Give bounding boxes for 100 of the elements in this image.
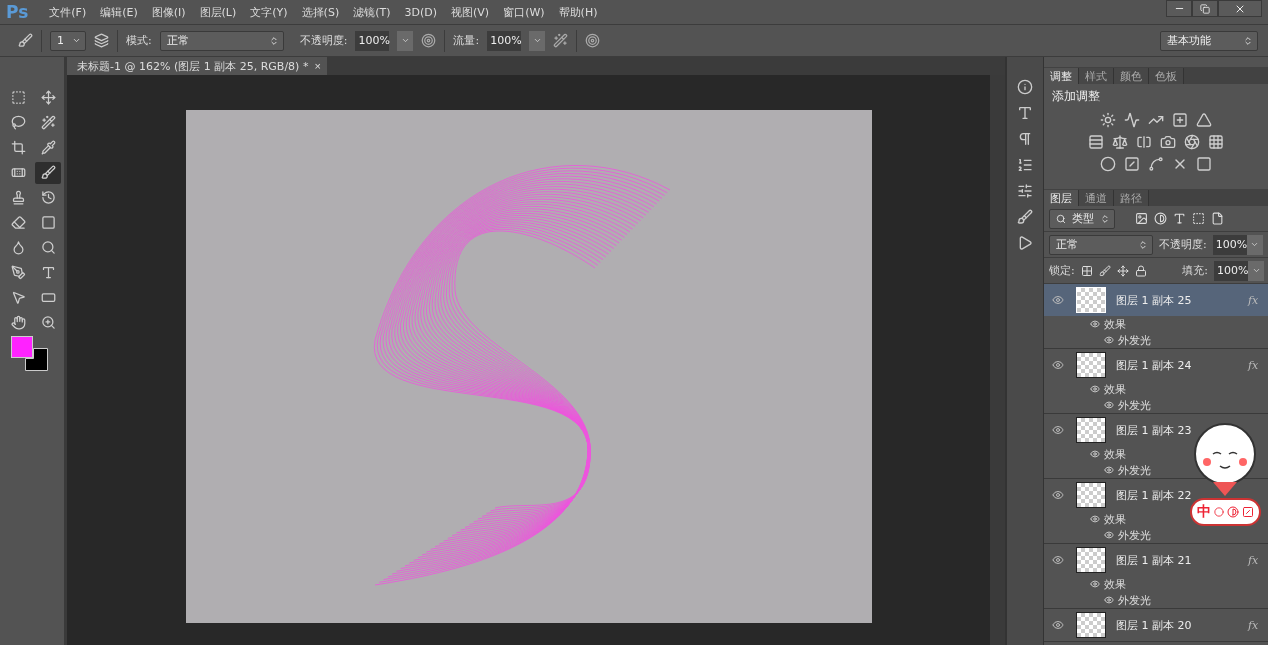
panel-tab[interactable]: 样式 [1079, 68, 1114, 84]
visibility-eye-icon[interactable] [1090, 579, 1100, 589]
layer-row[interactable]: 图层 1 副本 24 fx [1044, 349, 1268, 381]
info-panel-button[interactable] [1017, 79, 1033, 95]
shape-filter-icon[interactable] [1192, 212, 1205, 225]
smart-object-filter-icon[interactable] [1211, 212, 1224, 225]
ime-mode-label[interactable]: 中 [1196, 503, 1211, 521]
close-button[interactable] [1218, 0, 1262, 17]
airbrush-icon[interactable] [553, 33, 569, 48]
foreground-swatch[interactable] [11, 336, 33, 358]
character-panel-button[interactable] [1017, 105, 1033, 121]
actions-panel-button[interactable] [1017, 235, 1033, 251]
flow-label: 流量: [453, 33, 480, 48]
visibility-eye-icon[interactable] [1104, 595, 1114, 605]
type-filter-icon[interactable] [1173, 212, 1186, 225]
adjustment-filter-icon[interactable] [1154, 212, 1167, 225]
layer-name: 图层 1 副本 20 [1116, 617, 1193, 633]
layer-row[interactable]: 图层 1 副本 23 [1044, 414, 1268, 446]
panel-tab[interactable]: 图层 [1044, 190, 1079, 206]
menu-item[interactable]: 编辑(E) [93, 4, 145, 20]
menu-item[interactable]: 文字(Y) [243, 4, 295, 20]
workspace-select[interactable]: 基本功能 [1160, 30, 1258, 51]
caret-icon [400, 36, 410, 45]
visibility-eye-icon[interactable] [1090, 319, 1100, 329]
fx-label[interactable]: fx [1248, 553, 1268, 567]
pressure-opacity-icon[interactable] [421, 33, 437, 48]
brush-icon[interactable] [18, 33, 33, 48]
visibility-eye-icon[interactable] [1104, 335, 1114, 345]
history-panel-button[interactable] [1017, 157, 1033, 173]
menu-item[interactable]: 选择(S) [294, 4, 347, 20]
brush-panel-icon[interactable] [94, 33, 109, 48]
lasso-icon [10, 115, 26, 130]
menu-item[interactable]: 滤镜(T) [346, 4, 398, 20]
panel-tab[interactable]: 通道 [1079, 190, 1114, 206]
lock-all-icon[interactable] [1134, 264, 1147, 277]
visibility-eye-icon[interactable] [1104, 530, 1114, 540]
visibility-eye-icon[interactable] [1104, 465, 1114, 475]
blend-mode-select[interactable]: 正常 [1049, 234, 1153, 255]
mode-select[interactable]: 正常 [159, 30, 284, 51]
opacity-field[interactable]: 100% [355, 30, 390, 51]
lock-position-icon[interactable] [1116, 264, 1129, 277]
exposure-icon[interactable] [1172, 112, 1188, 128]
pressure-size-icon[interactable] [585, 33, 601, 48]
fill-field[interactable]: 100% [1214, 260, 1248, 281]
layer-opacity-dropdown[interactable] [1246, 234, 1263, 255]
restore-button[interactable] [1192, 0, 1218, 17]
tool-presets-button[interactable] [1017, 209, 1033, 225]
panel-tab[interactable]: 色板 [1149, 68, 1184, 84]
visibility-eye-icon[interactable] [1052, 554, 1064, 566]
visibility-eye-icon[interactable] [1104, 400, 1114, 410]
menu-item[interactable]: 文件(F) [42, 4, 94, 20]
lock-paint-icon[interactable] [1098, 264, 1111, 277]
visibility-eye-icon[interactable] [1052, 294, 1064, 306]
panel-tab[interactable]: 颜色 [1114, 68, 1149, 84]
visibility-eye-icon[interactable] [1090, 384, 1100, 394]
menu-item[interactable]: 图层(L) [192, 4, 244, 20]
ime-toolbar[interactable]: 中 [1189, 498, 1261, 526]
tool-button[interactable] [35, 161, 61, 184]
visibility-eye-icon[interactable] [1052, 489, 1064, 501]
visibility-eye-icon[interactable] [1090, 449, 1100, 459]
menu-item[interactable]: 视图(V) [444, 4, 497, 20]
menu-item[interactable]: 窗口(W) [496, 4, 552, 20]
image-filter-icon[interactable] [1135, 212, 1148, 225]
visibility-eye-icon[interactable] [1052, 424, 1064, 436]
layer-row[interactable]: 图层 1 副本 25 fx [1044, 284, 1268, 316]
layer-filter-select[interactable]: 类型 [1049, 208, 1115, 229]
layer-row[interactable]: 图层 1 副本 21 fx [1044, 544, 1268, 576]
visibility-eye-icon[interactable] [1052, 619, 1064, 631]
panel-tab[interactable]: 路径 [1114, 190, 1149, 206]
visibility-eye-icon[interactable] [1090, 514, 1100, 524]
layer-row[interactable]: 图层 1 副本 20 fx [1044, 609, 1268, 641]
sun-icon[interactable] [1100, 112, 1116, 128]
layer-name: 图层 1 副本 21 [1116, 552, 1193, 568]
paragraph-panel-button[interactable] [1017, 131, 1033, 147]
fx-label[interactable]: fx [1248, 293, 1268, 307]
layer-opacity-field[interactable]: 100% [1212, 234, 1247, 255]
menu-item[interactable]: 图像(I) [144, 4, 193, 20]
document-tab[interactable]: 未标题-1 @ 162% (图层 1 副本 25, RGB/8) * × [67, 57, 327, 75]
fx-label[interactable]: fx [1248, 618, 1268, 632]
camera-icon[interactable] [1160, 134, 1176, 150]
triangle-icon[interactable] [1196, 112, 1212, 128]
brush-icon [40, 165, 56, 180]
brush-presets-button[interactable] [1017, 183, 1033, 199]
menu-item[interactable]: 帮助(H) [551, 4, 605, 20]
effect-label: 效果 [1104, 316, 1126, 332]
menu-item[interactable]: 3D(D) [397, 5, 445, 19]
grid-icon[interactable] [1208, 134, 1224, 150]
effect-label: 外发光 [1118, 332, 1151, 348]
fx-label[interactable]: fx [1248, 358, 1268, 372]
search-icon [1056, 213, 1066, 224]
tab-close-button[interactable]: × [314, 60, 321, 72]
visibility-eye-icon[interactable] [1052, 359, 1064, 371]
brush-size-picker[interactable]: 1 [50, 30, 86, 51]
panel-tab[interactable]: 调整 [1044, 68, 1079, 84]
eraser-icon [10, 215, 26, 230]
lock-pixels-icon[interactable] [1080, 264, 1093, 277]
mixer-icon[interactable] [1184, 134, 1200, 150]
scale-icon[interactable] [1112, 134, 1128, 150]
flow-field[interactable]: 100% [487, 30, 522, 51]
layer-thumbnail [1076, 482, 1106, 508]
